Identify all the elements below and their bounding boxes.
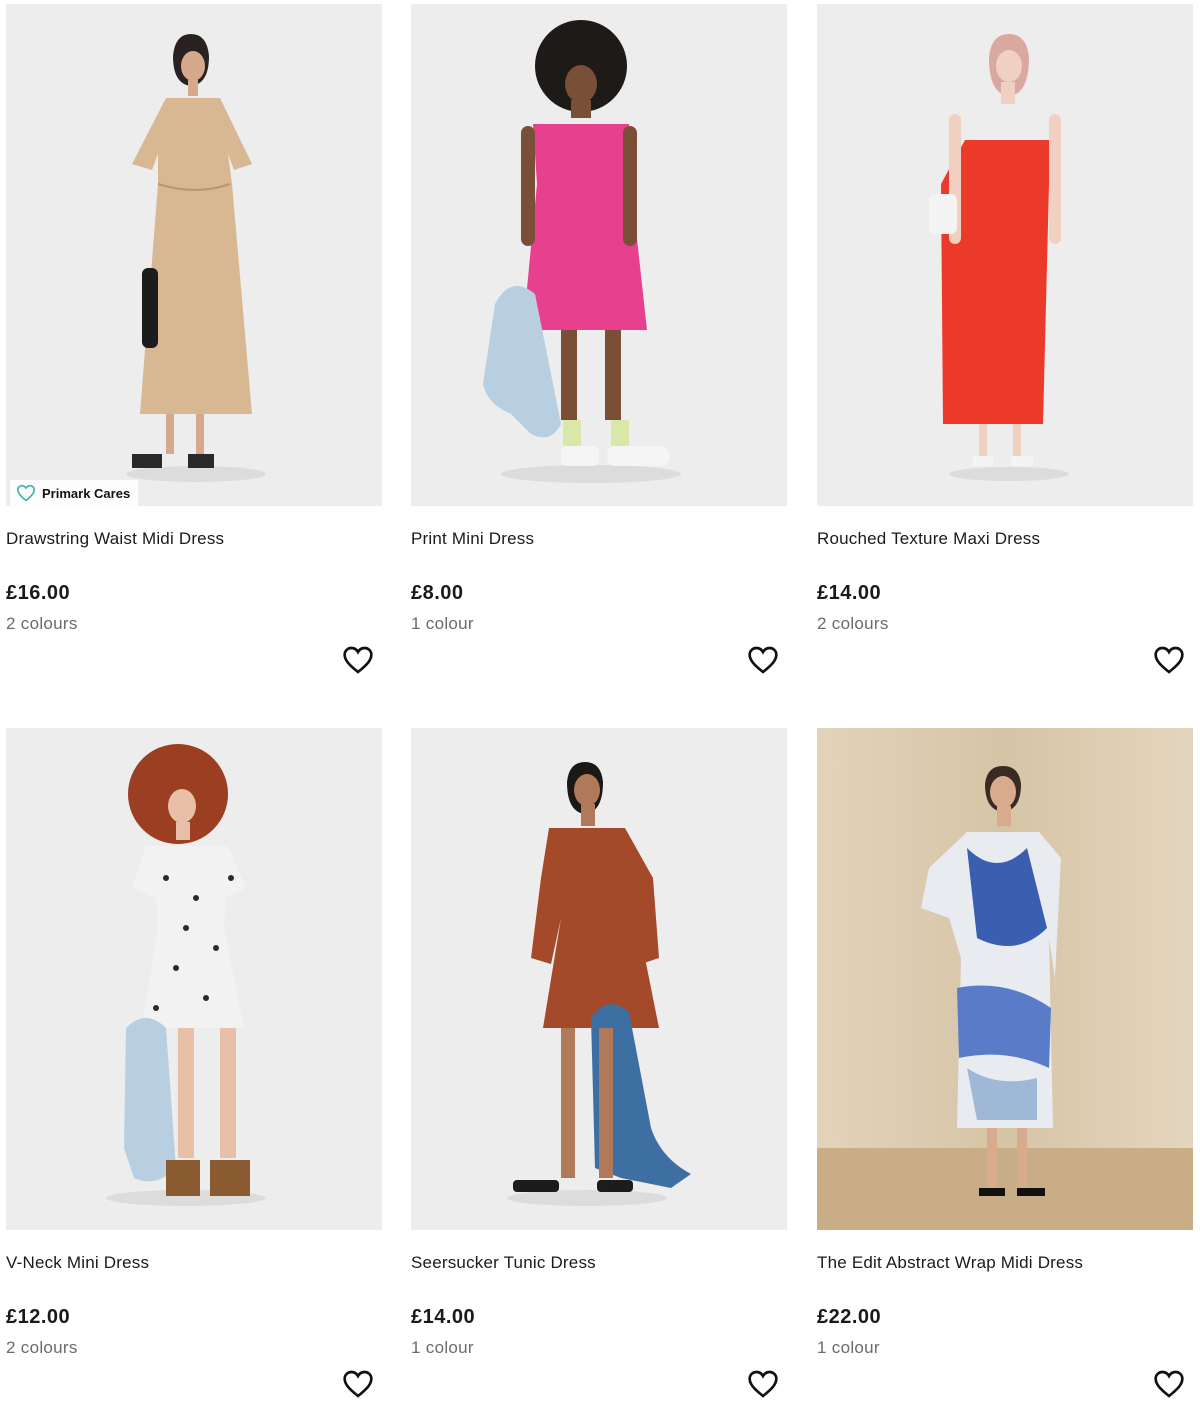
product-price: £16.00: [6, 582, 71, 604]
product-colours: 2 colours: [6, 614, 78, 633]
product-colours: 2 colours: [817, 614, 889, 633]
badge-label: Primark Cares: [42, 485, 131, 501]
heart-icon[interactable]: [747, 644, 779, 676]
product-card[interactable]: Print Mini Dress £8.00 1 colour: [411, 4, 787, 684]
product-title[interactable]: Drawstring Waist Midi Dress: [6, 529, 224, 549]
heart-icon[interactable]: [1153, 644, 1185, 676]
product-title[interactable]: Seersucker Tunic Dress: [411, 1253, 596, 1273]
product-card[interactable]: Seersucker Tunic Dress £14.00 1 colour: [411, 728, 787, 1398]
product-price: £14.00: [817, 582, 882, 604]
product-title[interactable]: Rouched Texture Maxi Dress: [817, 529, 1040, 549]
heart-outline-icon: [16, 484, 36, 502]
product-image[interactable]: [817, 4, 1193, 506]
product-price: £8.00: [411, 582, 464, 604]
heart-icon[interactable]: [342, 644, 374, 676]
product-title[interactable]: The Edit Abstract Wrap Midi Dress: [817, 1253, 1083, 1273]
product-title[interactable]: Print Mini Dress: [411, 529, 534, 549]
heart-icon[interactable]: [1153, 1368, 1185, 1400]
product-grid: Primark Cares Drawstring Waist Midi Dres…: [0, 0, 1200, 1398]
product-image[interactable]: [411, 728, 787, 1230]
product-title[interactable]: V-Neck Mini Dress: [6, 1253, 149, 1273]
product-image[interactable]: [817, 728, 1193, 1230]
product-colours: 1 colour: [411, 1338, 474, 1357]
primark-cares-badge: Primark Cares: [10, 480, 139, 506]
product-price: £22.00: [817, 1306, 882, 1328]
product-card[interactable]: V-Neck Mini Dress £12.00 2 colours: [6, 728, 382, 1398]
product-card[interactable]: Rouched Texture Maxi Dress £14.00 2 colo…: [817, 4, 1193, 684]
product-colours: 1 colour: [817, 1338, 880, 1357]
product-image[interactable]: [411, 4, 787, 506]
heart-icon[interactable]: [342, 1368, 374, 1400]
product-price: £14.00: [411, 1306, 476, 1328]
product-card[interactable]: The Edit Abstract Wrap Midi Dress £22.00…: [817, 728, 1193, 1398]
product-colours: 1 colour: [411, 614, 474, 633]
heart-icon[interactable]: [747, 1368, 779, 1400]
product-card[interactable]: Primark Cares Drawstring Waist Midi Dres…: [6, 4, 382, 684]
product-price: £12.00: [6, 1306, 71, 1328]
product-image[interactable]: Primark Cares: [6, 4, 382, 506]
product-colours: 2 colours: [6, 1338, 78, 1357]
product-image[interactable]: [6, 728, 382, 1230]
